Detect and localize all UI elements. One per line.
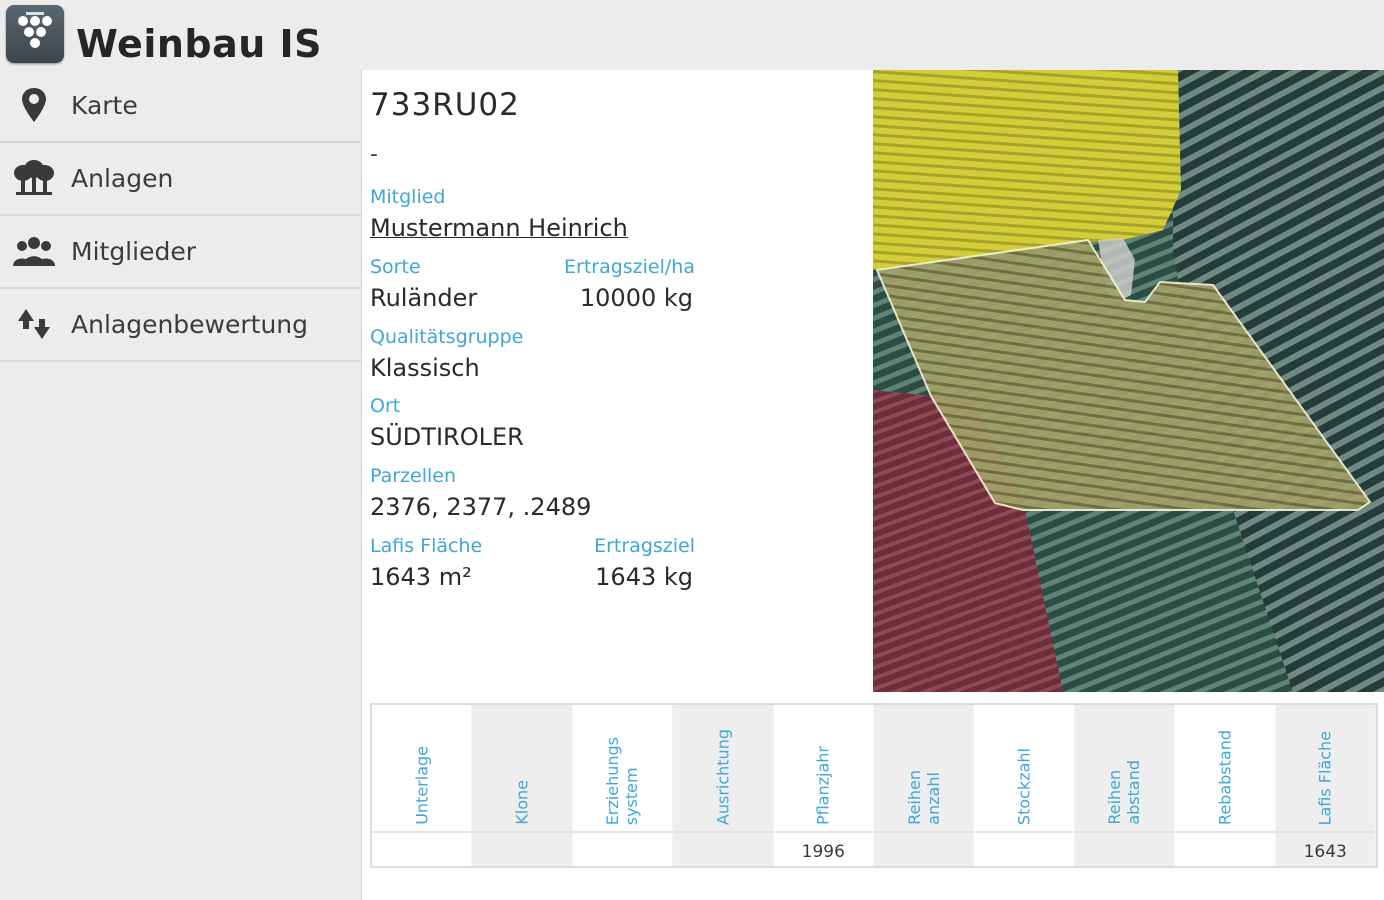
sidebar-item-anlagen[interactable]: Anlagen	[0, 143, 361, 216]
lafis-label: Lafis Fläche	[370, 535, 483, 557]
detail-panel: 733RU02 - Mitglied Mustermann Heinrich S…	[362, 70, 1384, 900]
qualitaetsgruppe-label: Qualitätsgruppe	[370, 326, 524, 348]
ertragsziel-ha-value: 10000 kg	[579, 284, 693, 312]
column-header-label: Reihen abstand	[1105, 760, 1144, 825]
column-header-label: Ausrichtung	[713, 728, 733, 825]
sorte-value: Ruländer	[370, 284, 478, 312]
table-cell	[974, 835, 1073, 868]
column-header-label: Reihen anzahl	[904, 770, 943, 825]
sidebar-item-karte[interactable]: Karte	[0, 70, 361, 143]
app-title: Weinbau IS	[76, 22, 323, 66]
mitglied-label: Mitglied	[370, 186, 446, 208]
column-header[interactable]: Reihen anzahl	[873, 705, 974, 833]
column-header[interactable]: Pflanzjahr	[773, 705, 873, 833]
rating-arrows-icon	[18, 309, 50, 339]
column-header[interactable]: Erziehungs system	[572, 705, 673, 833]
table-cell: 1643	[1303, 841, 1347, 862]
column-header-label: Lafis Fläche	[1315, 730, 1335, 825]
table-cell	[372, 835, 471, 868]
column-header-label: Klone	[512, 780, 532, 825]
sidebar-item-anlagenbewertung[interactable]: Anlagenbewertung	[0, 289, 361, 362]
table-column: Rebabstand	[1175, 705, 1276, 868]
table-cell	[1075, 835, 1174, 868]
table-column: Erziehungs system	[572, 705, 674, 868]
column-header-label: Rebabstand	[1215, 729, 1235, 825]
table-cell: 1996	[801, 841, 845, 862]
sidebar-nav: Karte Anlagen Mitglieder Anlagenbewertun…	[0, 70, 362, 900]
sidebar-item-label: Mitglieder	[71, 237, 196, 266]
column-header[interactable]: Ausrichtung	[673, 705, 773, 833]
mitglied-link[interactable]: Mustermann Heinrich	[370, 214, 628, 242]
table-cell	[1175, 835, 1274, 868]
table-column: Stockzahl	[974, 705, 1075, 868]
ort-value: SÜDTIROLER	[370, 423, 524, 451]
table-cell	[673, 835, 772, 868]
parzellen-label: Parzellen	[370, 465, 457, 487]
table-column: Pflanzjahr 1996	[773, 705, 874, 866]
sorte-label: Sorte	[370, 256, 421, 278]
table-column: Reihen abstand	[1074, 705, 1176, 868]
app-header: Weinbau IS	[0, 0, 1384, 70]
column-header-label: Erziehungs system	[603, 736, 642, 825]
lafis-value: 1643 m²	[370, 563, 472, 591]
aerial-map[interactable]	[873, 70, 1384, 692]
vineyard-attributes-table: Unterlage Klone Erziehungs system Ausrichtu…	[370, 703, 1378, 868]
table-cell	[874, 835, 973, 868]
sidebar-item-label: Karte	[71, 91, 138, 120]
table-column: Reihen anzahl	[873, 705, 975, 868]
column-header[interactable]: Lafis Fläche	[1275, 705, 1375, 833]
column-header-label: Pflanzjahr	[813, 745, 833, 825]
table-column: Lafis Fläche 1643	[1275, 705, 1376, 866]
parzellen-value: 2376, 2377, .2489	[370, 493, 592, 521]
ort-label: Ort	[370, 395, 401, 417]
qualitaetsgruppe-value: Klassisch	[370, 354, 480, 382]
map-pin-icon	[22, 88, 46, 122]
vineyard-subtitle: -	[370, 142, 378, 167]
column-header[interactable]: Stockzahl	[974, 705, 1074, 833]
sidebar-item-label: Anlagen	[71, 164, 174, 193]
ertragsziel-value: 1643 kg	[595, 563, 693, 591]
column-header[interactable]: Reihen abstand	[1074, 705, 1175, 833]
members-icon	[13, 237, 55, 266]
column-header[interactable]: Klone	[472, 705, 572, 833]
table-column: Unterlage	[372, 705, 473, 868]
table-column: Ausrichtung	[673, 705, 774, 868]
column-header-label: Stockzahl	[1014, 747, 1034, 825]
column-header[interactable]: Unterlage	[372, 705, 472, 833]
grape-logo-icon[interactable]	[6, 5, 64, 63]
sidebar-item-mitglieder[interactable]: Mitglieder	[0, 216, 361, 289]
table-cell	[472, 835, 571, 868]
sidebar-item-label: Anlagenbewertung	[71, 310, 309, 339]
column-header-label: Unterlage	[412, 746, 432, 825]
column-header[interactable]: Rebabstand	[1175, 705, 1275, 833]
ertragsziel-label: Ertragsziel	[594, 535, 695, 557]
table-cell	[573, 835, 672, 868]
table-column: Klone	[472, 705, 573, 868]
vineyards-icon	[14, 160, 54, 195]
ertragsziel-ha-label: Ertragsziel/ha	[564, 256, 695, 278]
vineyard-id: 733RU02	[370, 87, 520, 123]
